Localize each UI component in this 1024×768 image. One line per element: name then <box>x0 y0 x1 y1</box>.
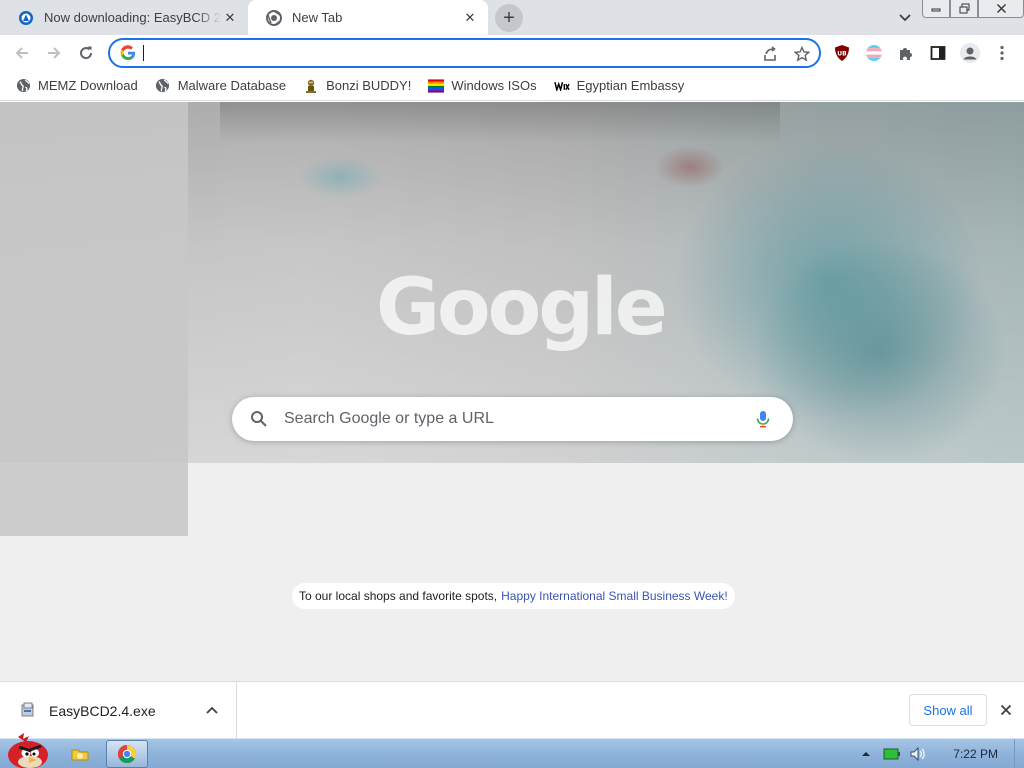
window-controls <box>922 0 1024 18</box>
restore-button[interactable] <box>950 0 978 18</box>
taskbar: 7:22 PM <box>0 733 1024 768</box>
download-shelf: EasyBCD2.4.exe Show all <box>0 681 1024 739</box>
bookmarks-bar: MEMZ Download Malware Database Bonzi BUD… <box>0 71 1024 101</box>
google-logo: Google <box>376 263 668 353</box>
new-tab-button[interactable]: + <box>495 4 523 32</box>
angry-bird-icon <box>8 733 48 768</box>
reload-button[interactable] <box>73 40 99 66</box>
taskbar-chrome[interactable] <box>106 740 148 768</box>
globe-icon <box>15 78 31 94</box>
minimize-button[interactable] <box>922 0 950 18</box>
globe-icon <box>155 78 171 94</box>
chevron-down-icon <box>899 14 911 22</box>
bookmark-label: Windows ISOs <box>451 78 537 93</box>
extensions-puzzle-icon[interactable] <box>895 42 917 64</box>
profile-avatar-icon[interactable] <box>959 42 981 64</box>
svg-text:UB: UB <box>837 51 847 58</box>
bookmark-malware-database[interactable]: Malware Database <box>155 78 286 94</box>
installer-file-icon <box>20 702 36 718</box>
side-panel-icon[interactable] <box>927 42 949 64</box>
text-cursor <box>143 45 144 61</box>
omnibox-input[interactable] <box>142 43 742 63</box>
browser-toolbar: UB <box>0 35 1024 71</box>
tab-easybcd[interactable]: Now downloading: EasyBCD 2.4 ✕ <box>0 0 248 35</box>
address-bar[interactable] <box>108 38 821 68</box>
bookmark-label: Egyptian Embassy <box>576 78 685 93</box>
bookmark-label: Malware Database <box>177 78 287 93</box>
bonzi-icon <box>303 78 319 94</box>
tab-new-tab[interactable]: New Tab ✕ <box>248 0 488 35</box>
volume-icon[interactable] <box>907 743 929 765</box>
close-icon <box>996 4 1006 13</box>
share-icon[interactable] <box>760 44 780 64</box>
close-tab-icon[interactable]: ✕ <box>462 10 478 26</box>
wix-icon <box>553 78 570 94</box>
battery-icon[interactable] <box>881 743 903 765</box>
minimize-icon <box>931 8 941 11</box>
plus-icon: + <box>503 7 515 29</box>
promo-banner: To our local shops and favorite spots, H… <box>292 583 735 609</box>
bookmark-star-icon[interactable] <box>792 44 812 64</box>
ublock-origin-icon[interactable]: UB <box>831 42 853 64</box>
system-tray: 7:22 PM <box>853 739 1024 768</box>
menu-kebab-icon[interactable] <box>991 42 1013 64</box>
bookmark-label: MEMZ Download <box>38 78 138 93</box>
forward-button[interactable] <box>41 40 67 66</box>
promo-text: To our local shops and favorite spots, <box>299 589 498 603</box>
close-window-button[interactable] <box>978 0 1024 18</box>
taskbar-clock[interactable]: 7:22 PM <box>953 747 998 761</box>
search-placeholder: Search Google or type a URL <box>284 410 494 427</box>
new-tab-page: Google Search Google or type a URL To ou… <box>0 102 1024 681</box>
ntp-search-box[interactable]: Search Google or type a URL <box>232 397 793 441</box>
folder-icon <box>71 749 89 761</box>
tab-search-button[interactable] <box>896 9 914 27</box>
reload-icon <box>80 46 93 60</box>
close-tab-icon[interactable]: ✕ <box>222 10 238 26</box>
taskbar-file-explorer[interactable] <box>60 740 100 768</box>
chevron-up-icon[interactable] <box>204 702 220 718</box>
tab-title: New Tab <box>292 10 343 25</box>
microphone-icon[interactable] <box>753 409 773 429</box>
download-file-name: EasyBCD2.4.exe <box>49 703 156 719</box>
bookmark-memz-download[interactable]: MEMZ Download <box>15 78 138 94</box>
background-shadow <box>220 102 780 142</box>
show-all-downloads-button[interactable]: Show all <box>909 694 987 726</box>
show-desktop-button[interactable] <box>1014 739 1024 768</box>
back-arrow-icon <box>15 47 28 59</box>
tab-title: Now downloading: EasyBCD 2.4 <box>44 10 222 25</box>
bookmark-windows-isos[interactable]: Windows ISOs <box>428 78 537 94</box>
trans-flag-extension-icon[interactable] <box>863 42 885 64</box>
forward-arrow-icon <box>48 47 61 59</box>
bookmark-bonzi-buddy[interactable]: Bonzi BUDDY! <box>303 78 411 94</box>
easybcd-icon <box>18 10 34 26</box>
background-panel <box>0 102 188 536</box>
bookmark-label: Bonzi BUDDY! <box>326 78 412 93</box>
start-button[interactable] <box>4 731 50 768</box>
google-g-icon <box>120 45 136 61</box>
tab-strip: Now downloading: EasyBCD 2.4 ✕ New Tab ✕… <box>0 0 1024 35</box>
chrome-icon <box>266 9 282 26</box>
bookmark-egyptian-embassy[interactable]: Egyptian Embassy <box>553 78 685 94</box>
search-icon <box>250 410 268 428</box>
close-icon[interactable] <box>998 702 1014 718</box>
rainbow-flag-icon <box>428 78 445 94</box>
promo-link[interactable]: Happy International Small Business Week! <box>501 589 728 603</box>
restore-icon <box>959 3 969 14</box>
show-hidden-icons-icon[interactable] <box>855 743 877 765</box>
back-button[interactable] <box>9 40 35 66</box>
chrome-icon <box>117 745 137 764</box>
